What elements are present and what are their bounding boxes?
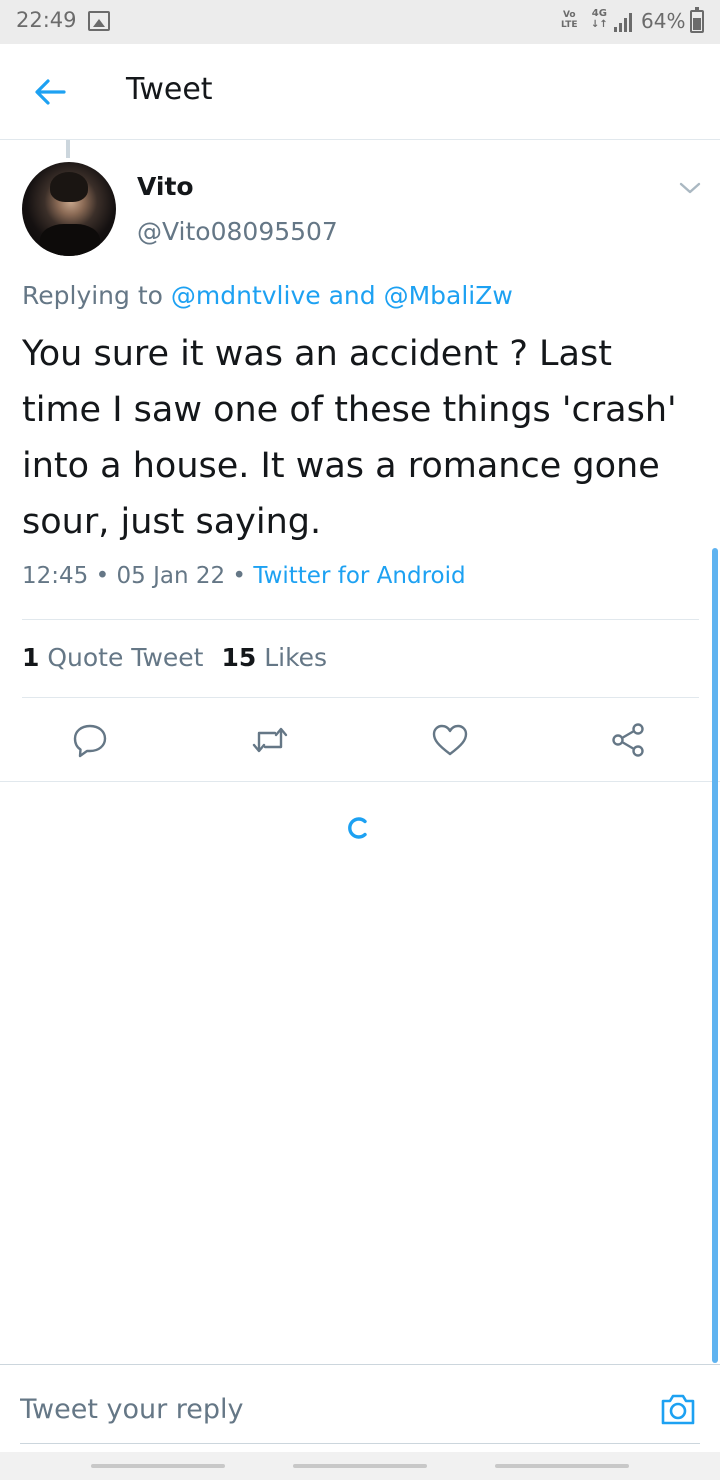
quote-tweets-label: Quote Tweet bbox=[47, 643, 204, 672]
quote-tweets-stat[interactable]: 1 Quote Tweet bbox=[22, 643, 203, 672]
reply-mention-mdntvlive[interactable]: @mdntvlive bbox=[171, 281, 321, 310]
page-title: Tweet bbox=[126, 72, 213, 107]
share-button[interactable] bbox=[606, 720, 650, 760]
nav-recents-indicator[interactable] bbox=[91, 1464, 225, 1468]
like-button[interactable] bbox=[428, 720, 472, 760]
tweet-stats: 1 Quote Tweet 15 Likes bbox=[22, 643, 327, 672]
reply-mention-mbalizw[interactable]: @MbaliZw bbox=[384, 281, 513, 310]
camera-button[interactable] bbox=[658, 1389, 698, 1429]
nav-back-indicator[interactable] bbox=[495, 1464, 629, 1468]
reply-input-underline bbox=[20, 1443, 700, 1444]
tweet-options-button[interactable] bbox=[674, 174, 706, 202]
author-display-name[interactable]: Vito bbox=[137, 172, 194, 201]
status-time: 22:49 bbox=[16, 8, 77, 32]
avatar[interactable] bbox=[22, 162, 116, 256]
battery-icon bbox=[690, 7, 704, 33]
reply-input[interactable] bbox=[20, 1387, 640, 1431]
loading-spinner-icon bbox=[345, 815, 371, 841]
tweet-text: You sure it was an accident ? Last time … bbox=[22, 334, 677, 542]
status-bar: 22:49 Vo LTE 4G ↓↑ 64% bbox=[0, 0, 720, 44]
likes-stat[interactable]: 15 Likes bbox=[221, 643, 327, 672]
quote-tweets-count: 1 bbox=[22, 643, 40, 672]
reply-icon bbox=[73, 724, 107, 758]
system-navigation-bar bbox=[0, 1452, 720, 1480]
camera-icon bbox=[661, 1394, 695, 1425]
reply-button[interactable] bbox=[68, 720, 112, 760]
share-icon bbox=[612, 723, 644, 757]
like-icon bbox=[432, 724, 468, 756]
tweet-meta: 12:45 • 05 Jan 22 • Twitter for Android bbox=[22, 563, 466, 589]
likes-label: Likes bbox=[264, 643, 328, 672]
replying-to-line: Replying to @mdntvlive and @MbaliZw bbox=[22, 281, 513, 310]
tweet-date: 05 Jan 22 bbox=[116, 563, 226, 589]
retweet-icon bbox=[252, 727, 288, 753]
tweet-source-link[interactable]: Twitter for Android bbox=[253, 563, 465, 589]
divider bbox=[22, 619, 699, 620]
retweet-button[interactable] bbox=[248, 720, 292, 760]
signal-strength-icon bbox=[614, 12, 636, 32]
divider bbox=[0, 781, 720, 782]
divider bbox=[22, 697, 699, 698]
author-handle[interactable]: @Vito08095507 bbox=[137, 217, 338, 246]
likes-count: 15 bbox=[221, 643, 257, 672]
meta-separator: • bbox=[88, 563, 117, 589]
nav-home-indicator[interactable] bbox=[293, 1464, 427, 1468]
gallery-notification-icon bbox=[88, 11, 110, 31]
scrollbar[interactable] bbox=[712, 548, 718, 1363]
thread-connector-line bbox=[66, 140, 70, 158]
reply-joiner[interactable]: and bbox=[321, 281, 384, 310]
chevron-down-icon bbox=[679, 182, 701, 194]
back-button[interactable] bbox=[28, 70, 72, 114]
arrow-left-icon bbox=[35, 79, 66, 105]
app-header: Tweet bbox=[0, 44, 720, 140]
volte-indicator: Vo LTE bbox=[561, 10, 578, 30]
meta-separator: • bbox=[225, 563, 254, 589]
replying-prefix: Replying to bbox=[22, 281, 171, 310]
tweet-time: 12:45 bbox=[22, 563, 89, 589]
reply-composer bbox=[0, 1364, 720, 1452]
network-type-indicator: 4G ↓↑ bbox=[591, 8, 608, 30]
battery-percent: 64% bbox=[641, 9, 686, 33]
